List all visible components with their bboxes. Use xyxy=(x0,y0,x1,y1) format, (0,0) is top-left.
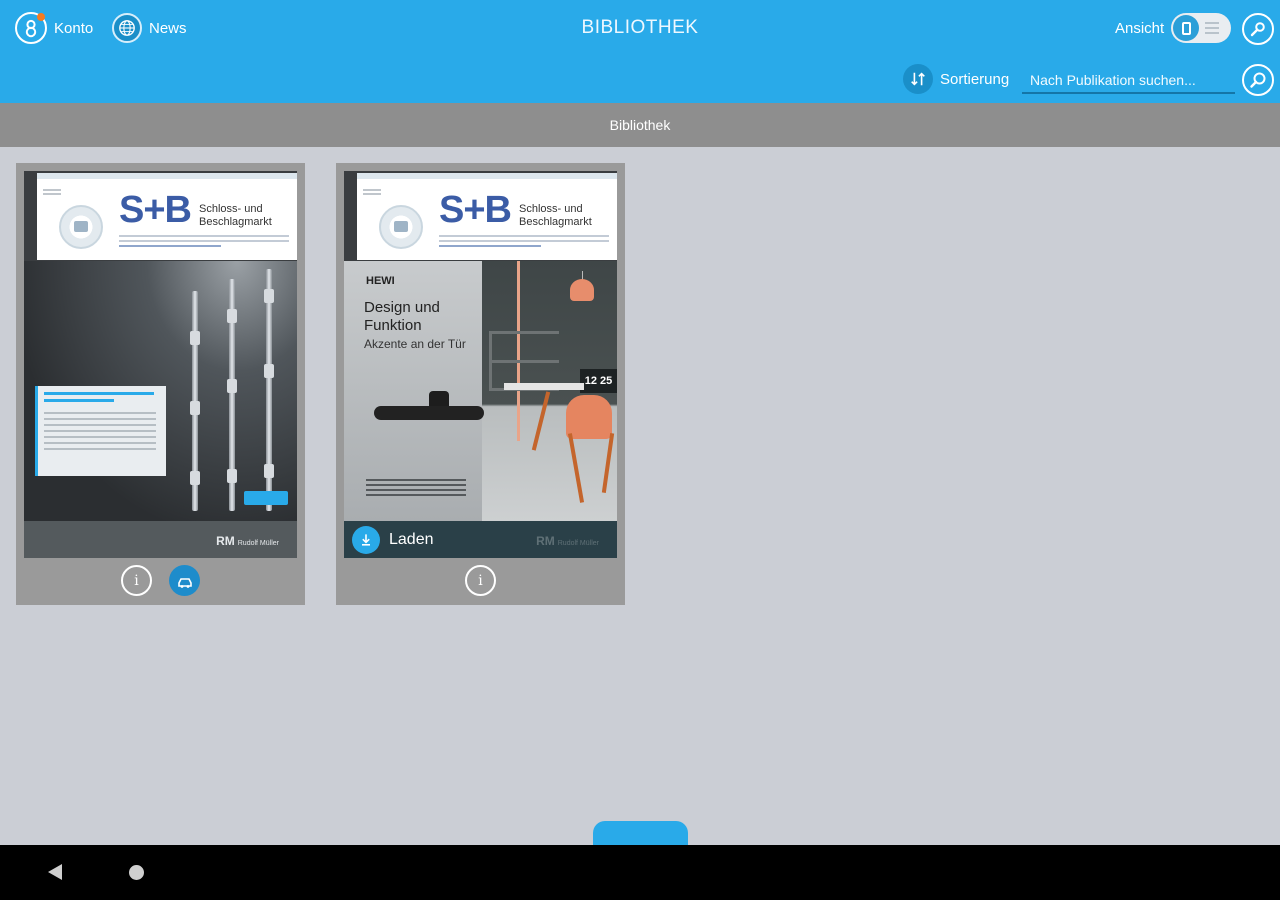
view-toggle-group: Ansicht xyxy=(1115,13,1232,43)
card-actions: i xyxy=(16,565,305,599)
section-header: Bibliothek xyxy=(0,103,1280,147)
view-label: Ansicht xyxy=(1115,19,1165,37)
publication-card: S+B Schloss- und Beschlagmarkt 12 25 HEW… xyxy=(336,163,625,605)
back-icon[interactable] xyxy=(48,864,62,880)
download-bar[interactable]: Laden RM Rudolf Müller xyxy=(344,521,617,558)
publisher-logo: RM Rudolf Müller xyxy=(536,534,599,548)
shelf-shape xyxy=(489,331,559,391)
page-title: BIBLIOTHEK xyxy=(581,17,699,38)
masthead-subtitle: Schloss- und Beschlagmarkt xyxy=(199,203,272,228)
cover-image xyxy=(24,261,297,521)
globe-icon xyxy=(112,13,142,43)
view-toggle[interactable] xyxy=(1171,13,1232,43)
news-label: News xyxy=(149,19,187,37)
search-icon[interactable] xyxy=(1242,64,1274,96)
cover-headline: Design und Funktion xyxy=(364,299,440,334)
cover-brand: HEWI xyxy=(366,275,395,287)
seal-icon xyxy=(379,205,423,249)
account-label: Konto xyxy=(54,19,94,37)
publication-card: S+B Schloss- und Beschlagmarkt RM Rudolf … xyxy=(16,163,305,605)
home-icon[interactable] xyxy=(129,865,144,880)
publication-cover[interactable]: S+B Schloss- und Beschlagmarkt 12 25 HEW… xyxy=(344,171,617,558)
car-cloud-icon[interactable] xyxy=(169,565,200,596)
download-label: Laden xyxy=(389,531,434,548)
sort-icon xyxy=(903,64,933,94)
chair-shape xyxy=(566,395,612,439)
cover-masthead: S+B Schloss- und Beschlagmarkt xyxy=(357,173,617,260)
lamp-shape xyxy=(570,279,594,301)
info-icon[interactable]: i xyxy=(465,565,496,596)
cover-footer: RM Rudolf Müller xyxy=(24,521,297,558)
publisher-logo: RM Rudolf Müller xyxy=(216,534,279,548)
search-input[interactable] xyxy=(1022,68,1235,94)
masthead-logo: S+B xyxy=(439,189,512,231)
notification-dot xyxy=(37,13,45,21)
news-button[interactable]: News xyxy=(112,13,187,43)
grid-view-icon xyxy=(1173,15,1200,41)
brand-badge xyxy=(244,491,288,505)
cover-masthead: S+B Schloss- und Beschlagmarkt xyxy=(37,173,297,260)
info-icon[interactable]: i xyxy=(121,565,152,596)
cover-clock: 12 25 xyxy=(580,369,617,393)
list-view-icon xyxy=(1205,22,1220,34)
sort-button[interactable]: Sortierung xyxy=(903,64,1009,94)
masthead-subtitle: Schloss- und Beschlagmarkt xyxy=(519,203,592,228)
wrench-icon[interactable] xyxy=(1242,13,1274,45)
door-handle-shape xyxy=(374,406,484,420)
top-app-bar: Konto News BIBLIOTHEK Ansicht Sortierung xyxy=(0,0,1280,103)
download-icon xyxy=(352,526,380,554)
bottom-drawer-handle[interactable] xyxy=(593,821,688,845)
cover-subheadline: Akzente an der Tür xyxy=(364,337,466,351)
seal-icon xyxy=(59,205,103,249)
masthead-logo: S+B xyxy=(119,189,192,231)
system-navigation-bar xyxy=(0,845,1280,900)
publication-cover[interactable]: S+B Schloss- und Beschlagmarkt RM Rudolf … xyxy=(24,171,297,558)
sort-label: Sortierung xyxy=(940,70,1010,88)
user-icon xyxy=(15,12,47,44)
card-actions: i xyxy=(336,565,625,599)
account-button[interactable]: Konto xyxy=(15,12,93,44)
cover-teaser-box xyxy=(35,386,166,476)
